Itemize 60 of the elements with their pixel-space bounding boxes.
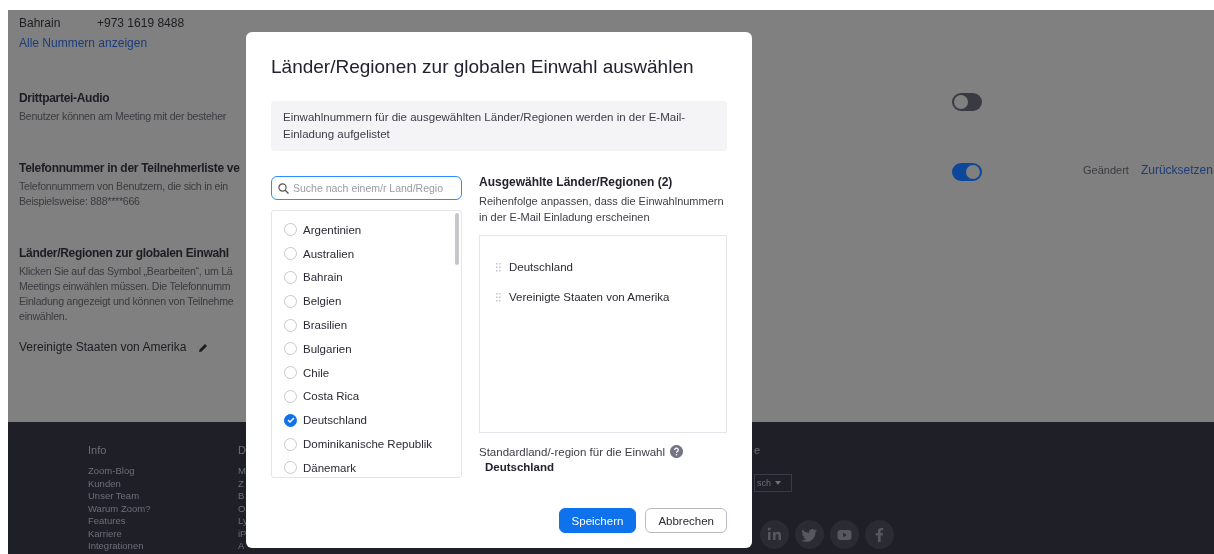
- linkedin-icon[interactable]: [760, 520, 789, 549]
- country-option[interactable]: Belgien: [272, 289, 461, 314]
- country-name: Deutschland: [303, 414, 367, 427]
- country-name: Australien: [303, 247, 355, 260]
- setting-title: Länder/Regionen zur globalen Einwahl: [19, 246, 229, 260]
- setting-description: Telefonnummern von Benutzern, die sich in ein Beispielsweise: 888****666: [19, 179, 228, 209]
- drag-handle-icon[interactable]: [496, 292, 501, 302]
- country-option[interactable]: Argentinien: [272, 218, 461, 242]
- hint-text: Reihenfolge anpassen, dass die Einwahlnummern in der E-Mail Einladung erscheinen: [479, 194, 725, 225]
- search-icon: [278, 183, 289, 194]
- country-name: Dänemark: [303, 461, 357, 474]
- checkmark-icon: [286, 417, 295, 424]
- country-option[interactable]: Costa Rica: [272, 384, 461, 409]
- drag-handle-icon[interactable]: [496, 262, 501, 272]
- setting-description: Klicken Sie auf das Symbol „Bearbeiten“, um Lä Meetings einwählen müssen. Die Telefonnumm Einladung angezeigt und können von Teilnehme einwählen.: [19, 264, 234, 324]
- phone-number: +973 1619 8488: [97, 16, 185, 30]
- country-name: Bahrain: [19, 16, 62, 30]
- caret-icon: [775, 481, 781, 485]
- country-option[interactable]: Deutschland: [272, 408, 461, 433]
- section-heading: Ausgewählte Länder/Regionen (2): [479, 175, 674, 189]
- country-name: Bulgarien: [303, 342, 352, 355]
- country-name: Costa Rica: [303, 390, 360, 403]
- country-option[interactable]: Bulgarien: [272, 337, 461, 361]
- help-icon[interactable]: [670, 445, 684, 458]
- setting-title: Drittpartei-Audio: [19, 91, 110, 105]
- country-name: Bahrain: [303, 271, 343, 284]
- country-name: Brasilien: [303, 319, 348, 332]
- toggle-switch[interactable]: [952, 163, 982, 181]
- selected-country[interactable]: Deutschland: [509, 261, 573, 273]
- setting-description: Benutzer können am Meeting mit der besteher: [19, 109, 227, 124]
- country-option[interactable]: Dominikanische Republik: [272, 432, 461, 456]
- footer-heading: e: [754, 444, 761, 456]
- checkbox[interactable]: [284, 413, 297, 427]
- country-option[interactable]: Chile: [272, 360, 461, 385]
- country-name: Argentinien: [303, 223, 362, 236]
- play-icon[interactable]: [830, 520, 859, 549]
- field-label: Standardland/-region für die Einwahl: [479, 445, 666, 458]
- country-option[interactable]: Australien: [272, 241, 461, 266]
- status-label: Geändert: [1083, 164, 1129, 176]
- info-text: Einwahlnummern für die ausgewählten Länder/Regionen werden in der E-Mail-Einladung aufgelistet: [271, 101, 727, 151]
- country-option[interactable]: Dänemark: [272, 455, 461, 477]
- selected-country[interactable]: Vereinigte Staaten von Amerika: [509, 291, 670, 303]
- country-name: Dominikanische Republik: [303, 438, 433, 451]
- toggle-switch[interactable]: [952, 93, 982, 111]
- cancel-button[interactable]: Abbrechen: [645, 508, 727, 533]
- pencil-icon[interactable]: [199, 342, 209, 352]
- default-country: Deutschland: [485, 461, 555, 473]
- footer-heading: Info: [88, 444, 108, 456]
- scrollbar[interactable]: [455, 213, 459, 265]
- facebook-icon[interactable]: [865, 520, 894, 549]
- setting-title: Telefonnummer in der Teilnehmerliste ve: [19, 161, 240, 175]
- setting-value: Vereinigte Staaten von Amerika: [19, 340, 187, 354]
- country-option[interactable]: Bahrain: [272, 265, 461, 290]
- dialog-title: Länder/Regionen zur globalen Einwahl auswählen: [271, 56, 695, 78]
- search-field[interactable]: Suche nach einem/r Land/Regio: [271, 176, 462, 200]
- bird-icon[interactable]: [795, 520, 824, 549]
- country-option[interactable]: Brasilien: [272, 313, 461, 337]
- country-name: Belgien: [303, 295, 342, 308]
- country-name: Chile: [303, 366, 330, 379]
- save-button[interactable]: Speichern: [558, 508, 637, 533]
